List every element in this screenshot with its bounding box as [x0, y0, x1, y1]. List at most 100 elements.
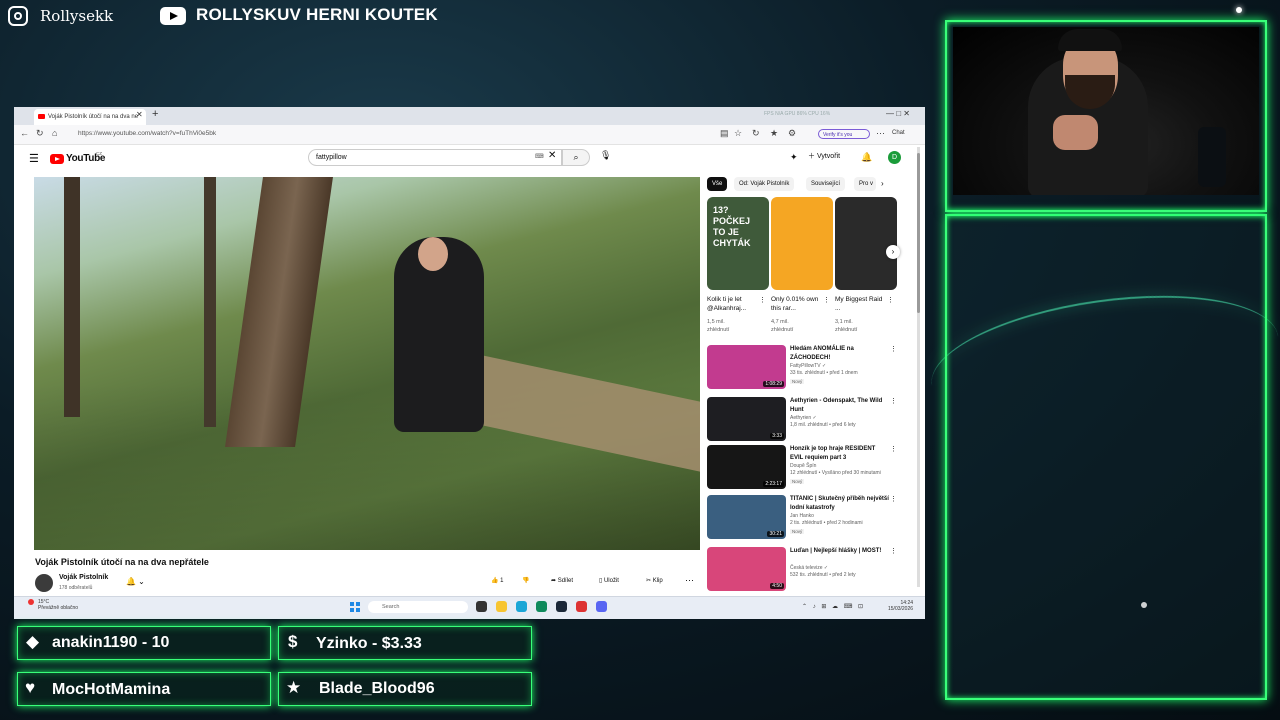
- taskbar-search[interactable]: Search: [368, 601, 468, 613]
- home-icon[interactable]: ⌂: [52, 128, 57, 138]
- rec-title[interactable]: Aethyrien - Odenspakt, The Wild Hunt: [790, 397, 890, 414]
- file-explorer-icon[interactable]: [496, 601, 507, 612]
- alert-text: Yzinko - $3.33: [316, 635, 422, 652]
- save-button[interactable]: ▯ Uložit: [599, 577, 619, 584]
- chevron-right-icon[interactable]: ›: [881, 179, 884, 188]
- dirt-path: [454, 349, 700, 475]
- refresh-icon[interactable]: ↻: [752, 128, 760, 139]
- rec-meta: Česká televize ✓ 532 tis. zhlédnutí • pře…: [790, 565, 856, 578]
- share-button[interactable]: ➦ Sdílet: [551, 577, 573, 584]
- create-button[interactable]: ＋ Vytvořit: [808, 151, 840, 161]
- rec-thumbnail[interactable]: 30:21: [707, 495, 786, 539]
- copilot-chat-button[interactable]: Chat: [892, 130, 905, 136]
- video-player[interactable]: [34, 177, 700, 550]
- back-icon[interactable]: ←: [20, 128, 29, 138]
- dislike-icon[interactable]: 👎: [522, 577, 529, 584]
- extensions-icon[interactable]: ⚙: [788, 128, 796, 139]
- weather-icon: [28, 599, 34, 605]
- diamond-icon: ◆: [26, 632, 40, 651]
- like-button[interactable]: 👍 1: [491, 577, 503, 584]
- hamburger-menu-icon[interactable]: ☰: [29, 152, 39, 165]
- youtube-favicon: [38, 114, 45, 119]
- search-button[interactable]: ⌕: [562, 149, 590, 166]
- edge-icon[interactable]: [516, 601, 527, 612]
- verify-button[interactable]: Verify it's you: [818, 129, 870, 139]
- rec-menu-icon[interactable]: ⋮: [890, 345, 897, 353]
- youtube-region: CZ: [96, 151, 102, 156]
- rec-menu-icon[interactable]: ⋮: [890, 495, 897, 503]
- short-thumbnail-text: 13? POČKEJ TO JE CHYTÁK: [713, 205, 751, 248]
- rec-thumbnail[interactable]: 2:23:17: [707, 445, 786, 489]
- obs-icon[interactable]: [576, 601, 587, 612]
- short-menu-icon[interactable]: ⋮: [887, 296, 894, 304]
- rec-menu-icon[interactable]: ⋮: [890, 547, 897, 555]
- steam-icon[interactable]: [556, 601, 567, 612]
- rec-thumbnail[interactable]: 4:50: [707, 547, 786, 591]
- reader-icon[interactable]: ▤: [720, 128, 729, 139]
- cast-icon[interactable]: ✦: [790, 152, 798, 163]
- channel-avatar[interactable]: [35, 574, 53, 592]
- rec-title[interactable]: TITANIC | Skutečný příběh největší lodní…: [790, 495, 890, 512]
- tree: [64, 177, 80, 417]
- account-avatar[interactable]: D: [888, 151, 901, 164]
- performance-overlay: FPS N/A GPU 86% CPU 16%: [764, 111, 831, 117]
- microphone-icon[interactable]: 🎙: [600, 150, 611, 161]
- scrollbar-thumb[interactable]: [917, 153, 920, 313]
- youtube-logo-icon[interactable]: [50, 154, 64, 164]
- new-tab-icon[interactable]: +: [152, 108, 158, 120]
- short-menu-icon[interactable]: ⋮: [759, 296, 766, 304]
- short-thumbnail[interactable]: [835, 197, 897, 290]
- short-menu-icon[interactable]: ⋮: [823, 296, 830, 304]
- channel-name[interactable]: Voják Pistolník: [59, 574, 108, 581]
- heart-icon: ♥: [25, 678, 36, 697]
- notifications-icon[interactable]: 🔔: [861, 152, 872, 163]
- shorts-next-icon[interactable]: ›: [886, 245, 900, 259]
- subscriber-count: 178 odběratelů: [59, 585, 93, 591]
- browser-tab[interactable]: Voják Pistolník útočí na na dva ne: [34, 109, 146, 125]
- subscribe-bell-icon[interactable]: 🔔 ⌄: [126, 577, 145, 586]
- menu-dots-icon[interactable]: ⋯: [876, 128, 885, 139]
- favorite-icon[interactable]: ☆: [734, 128, 742, 139]
- alert-box-2: $ Yzinko - $3.33: [278, 626, 532, 660]
- new-badge: Nový: [790, 529, 805, 534]
- rec-title[interactable]: Luďan | Nejlepší hlášky | MOST!: [790, 547, 890, 556]
- keyboard-icon[interactable]: ⌨: [535, 153, 544, 160]
- taskbar-clock[interactable]: 14:24 15/03/2026: [888, 600, 913, 612]
- favorites-icon[interactable]: ★: [770, 128, 778, 139]
- system-tray[interactable]: ⌃ ♪ ⊞ ☁ ⌨ ⊡: [802, 603, 865, 610]
- sparkle: [1236, 7, 1242, 13]
- rec-thumbnail[interactable]: 1:08:29: [707, 345, 786, 389]
- alert-box-4: ★ Blade_Blood96: [278, 672, 532, 706]
- discord-icon[interactable]: [596, 601, 607, 612]
- duration-badge: 2:23:17: [763, 481, 784, 487]
- windows-start-icon[interactable]: [350, 602, 360, 612]
- chip-for-you[interactable]: Pro v: [854, 177, 876, 191]
- more-actions-icon[interactable]: ⋯: [685, 575, 694, 586]
- tab-close-icon[interactable]: ✕: [136, 110, 143, 119]
- rec-title[interactable]: Hledám ANOMÁLIE na ZÁCHODECH!: [790, 345, 890, 362]
- chip-from-channel[interactable]: Od: Voják Pistolník: [734, 177, 795, 191]
- rec-menu-icon[interactable]: ⋮: [890, 445, 897, 453]
- new-badge: Nový: [790, 379, 805, 384]
- rec-title[interactable]: Honzík je top hraje RESIDENT EVIL requie…: [790, 445, 890, 462]
- rec-meta: Doupě Špín 12 zhlédnutí • Vysíláno před 3…: [790, 463, 881, 476]
- app-icon[interactable]: [536, 601, 547, 612]
- search-input[interactable]: fattypillow: [308, 149, 562, 166]
- short-title[interactable]: My Biggest Raid ...: [835, 295, 889, 313]
- short-title[interactable]: Kolik ti je let @Alkanhraj...: [707, 295, 761, 313]
- reload-icon[interactable]: ↻: [36, 128, 44, 139]
- window-controls[interactable]: — □ ✕: [886, 109, 910, 118]
- chip-related[interactable]: Související: [806, 177, 846, 191]
- chip-all[interactable]: Vše: [707, 177, 728, 191]
- short-thumbnail[interactable]: 13? POČKEJ TO JE CHYTÁK: [707, 197, 769, 290]
- clear-search-icon[interactable]: ✕: [548, 150, 556, 161]
- short-title[interactable]: Only 0.01% own this rar...: [771, 295, 825, 313]
- webcam-feed: [953, 27, 1259, 195]
- rec-thumbnail[interactable]: 3:33: [707, 397, 786, 441]
- weather-widget[interactable]: 15°C Převážně oblačno: [38, 599, 78, 611]
- url-field[interactable]: https://www.youtube.com/watch?v=fuThVi0e…: [78, 128, 718, 140]
- rec-menu-icon[interactable]: ⋮: [890, 397, 897, 405]
- task-view-icon[interactable]: [476, 601, 487, 612]
- clip-button[interactable]: ✂ Klip: [646, 577, 663, 584]
- short-thumbnail[interactable]: [771, 197, 833, 290]
